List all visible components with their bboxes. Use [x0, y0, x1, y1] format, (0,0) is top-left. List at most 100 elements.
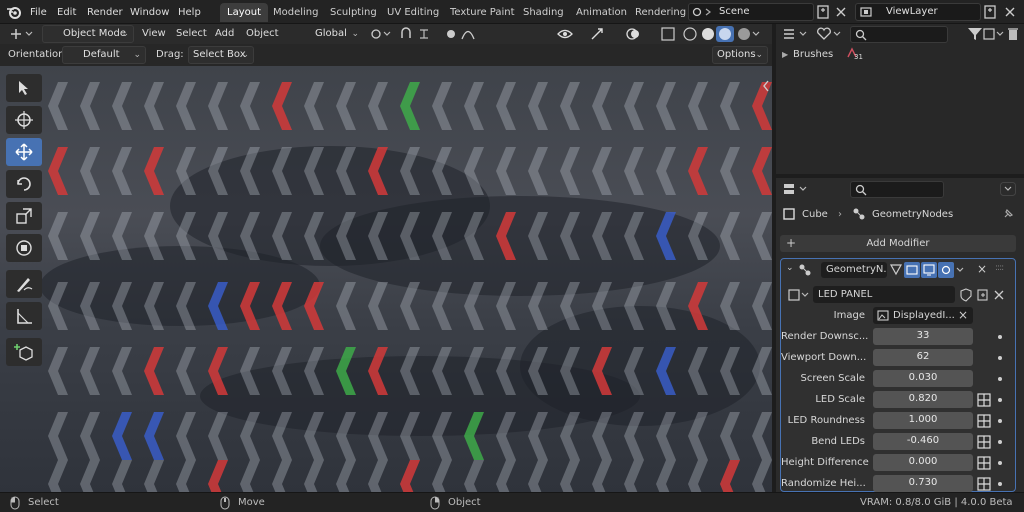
attribute-toggle-icon[interactable]: [976, 413, 992, 429]
menu-add[interactable]: Add: [215, 25, 234, 43]
new-view-layer-icon[interactable]: [982, 3, 998, 21]
gizmo-icon[interactable]: [588, 26, 618, 42]
visibility-icon[interactable]: [556, 26, 586, 42]
delete-view-layer-icon[interactable]: [1002, 3, 1018, 21]
attribute-toggle-icon[interactable]: [976, 392, 992, 408]
options-dropdown[interactable]: Options ⌄: [712, 46, 768, 64]
breadcrumb-modifier: GeometryNodes: [872, 209, 954, 220]
measure-tool[interactable]: [6, 302, 42, 330]
tab-rendering[interactable]: Rendering: [628, 3, 693, 22]
clear-image-icon[interactable]: ×: [958, 307, 968, 324]
collapse-arrow-icon[interactable]: ⌄: [786, 263, 794, 273]
sidebar-toggle-icon[interactable]: [762, 80, 770, 92]
proportional-editing-icon[interactable]: [444, 26, 478, 42]
cursor-tool[interactable]: [6, 106, 42, 134]
menu-object[interactable]: Object: [246, 25, 279, 43]
annotate-tool[interactable]: [6, 270, 42, 298]
view-layer-selector[interactable]: ViewLayer: [855, 3, 981, 21]
tab-uv-editing[interactable]: UV Editing: [380, 3, 446, 22]
new-scene-icon[interactable]: [815, 3, 831, 21]
delete-icon[interactable]: [1006, 26, 1020, 42]
modifier-name-input[interactable]: GeometryN...: [821, 262, 887, 278]
input-value-field[interactable]: 33: [873, 328, 973, 345]
rotate-tool[interactable]: [6, 170, 42, 198]
drag-dropdown[interactable]: Select Box ⌄: [188, 46, 254, 64]
modifier-toggle-icons[interactable]: [889, 262, 967, 278]
transform-tool[interactable]: [6, 234, 42, 262]
node-group-browse-icon[interactable]: [787, 287, 811, 303]
mode-dropdown[interactable]: Object Mode ⌄: [42, 25, 134, 43]
tab-animation[interactable]: Animation: [569, 3, 634, 22]
attribute-toggle-icon[interactable]: [976, 455, 992, 471]
add-modifier-button[interactable]: + Add Modifier: [780, 235, 1016, 252]
input-value-field[interactable]: -0.460: [873, 433, 973, 450]
new-collection-icon[interactable]: [982, 26, 1004, 42]
chevron-down-icon: ⌄: [121, 29, 129, 39]
expand-arrow-icon[interactable]: ▶: [782, 50, 788, 59]
transform-orientation-dropdown[interactable]: Global ⌄: [296, 25, 364, 43]
filter-heart-icon[interactable]: [816, 26, 844, 42]
tab-sculpting[interactable]: Sculpting: [323, 3, 384, 22]
outliner-row-brushes[interactable]: Brushes: [793, 46, 833, 63]
editor-type-icon[interactable]: [8, 26, 34, 42]
pivot-point-icon[interactable]: [368, 26, 392, 42]
delete-scene-icon[interactable]: [833, 3, 849, 21]
3d-viewport[interactable]: [0, 66, 772, 492]
keyframe-dot-icon[interactable]: [998, 356, 1002, 360]
input-value-field[interactable]: 62: [873, 349, 973, 366]
tab-texture-paint[interactable]: Texture Paint: [443, 3, 522, 22]
keyframe-dot-icon[interactable]: [998, 335, 1002, 339]
blender-logo-icon[interactable]: [6, 4, 22, 20]
input-label: Height Difference: [781, 457, 869, 468]
input-value-field[interactable]: 0.730: [873, 475, 973, 492]
input-value-field[interactable]: 0.000: [873, 454, 973, 471]
move-tool[interactable]: [6, 138, 42, 166]
menu-select[interactable]: Select: [176, 25, 207, 43]
orientation-label: Orientation:: [8, 49, 68, 60]
display-mode-icon[interactable]: [782, 26, 810, 42]
properties-search-input[interactable]: [850, 181, 944, 198]
keyframe-dot-icon[interactable]: [998, 461, 1002, 465]
chevron-down-icon[interactable]: [1000, 182, 1016, 196]
orientation-dropdown[interactable]: Default ⌄: [62, 46, 146, 64]
add-cube-tool[interactable]: [6, 338, 42, 366]
keyframe-dot-icon[interactable]: [998, 482, 1002, 486]
attribute-toggle-icon[interactable]: [976, 434, 992, 450]
led-element: [368, 282, 388, 330]
properties-editor-icon[interactable]: [782, 181, 810, 197]
menu-view[interactable]: View: [142, 25, 166, 43]
input-value-field[interactable]: 0.030: [873, 370, 973, 387]
menu-edit[interactable]: Edit: [57, 5, 76, 20]
node-group-input[interactable]: LED PANEL: [813, 286, 955, 303]
overlays-icon[interactable]: [624, 26, 654, 42]
image-input[interactable]: DisplayedI... ×: [873, 307, 973, 324]
scene-selector[interactable]: Scene: [688, 3, 814, 21]
menu-window[interactable]: Window: [130, 5, 169, 20]
keyframe-dot-icon[interactable]: [998, 419, 1002, 423]
attribute-toggle-icon[interactable]: [976, 476, 992, 492]
led-element: [496, 460, 516, 492]
keyframe-dot-icon[interactable]: [998, 398, 1002, 402]
scale-tool[interactable]: [6, 202, 42, 230]
tab-modeling[interactable]: Modeling: [266, 3, 326, 22]
input-value-field[interactable]: 1.000: [873, 412, 973, 429]
menu-help[interactable]: Help: [178, 5, 201, 20]
led-element: [80, 347, 100, 395]
input-value-field[interactable]: 0.820: [873, 391, 973, 408]
remove-modifier-icon[interactable]: ×: [977, 262, 987, 276]
snapping-icon[interactable]: [398, 26, 438, 42]
led-element: [432, 82, 452, 130]
pin-icon[interactable]: [1002, 208, 1014, 220]
xray-icon[interactable]: [660, 26, 676, 42]
keyframe-dot-icon[interactable]: [998, 377, 1002, 381]
menu-render[interactable]: Render: [87, 5, 123, 20]
drag-handle-icon[interactable]: ::::: [995, 263, 1004, 273]
shading-mode-icons[interactable]: [682, 26, 762, 42]
select-box-tool[interactable]: [6, 74, 42, 102]
outliner-search-input[interactable]: [850, 26, 948, 43]
keyframe-dot-icon[interactable]: [998, 440, 1002, 444]
tab-layout[interactable]: Layout: [220, 3, 268, 22]
menu-file[interactable]: File: [30, 5, 47, 20]
tab-shading[interactable]: Shading: [516, 3, 571, 22]
node-group-actions-icons[interactable]: [959, 288, 1013, 302]
